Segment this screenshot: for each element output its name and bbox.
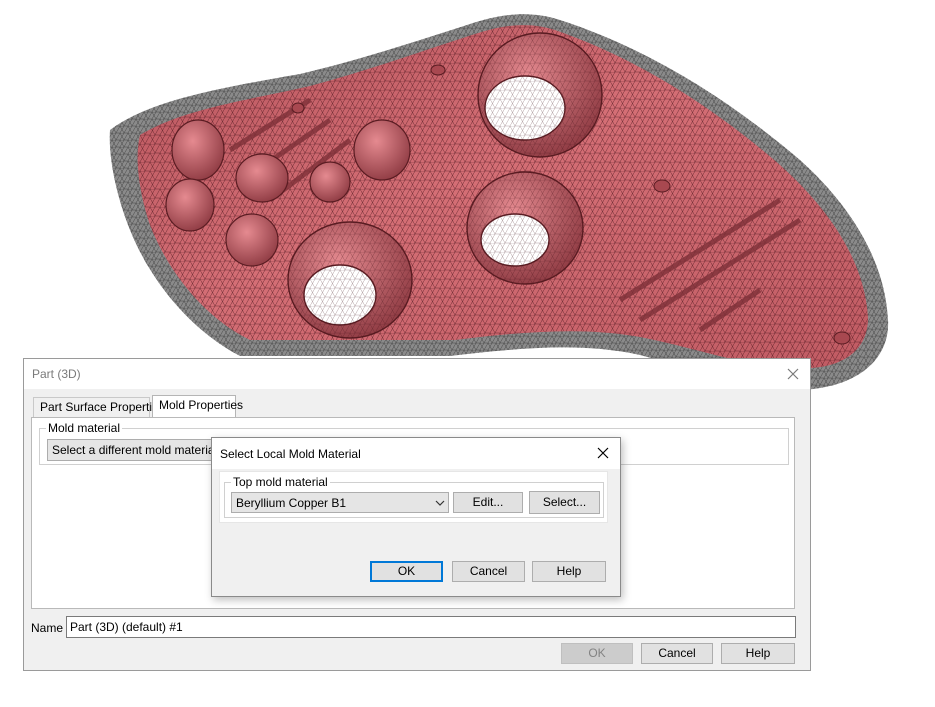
tab-mold-properties[interactable]: Mold Properties — [152, 395, 243, 418]
top-mold-material-select[interactable]: Beryllium Copper B1 — [231, 492, 449, 513]
ok-button[interactable]: OK — [561, 643, 633, 664]
part-mesh — [109, 14, 889, 391]
local-help-button[interactable]: Help — [532, 561, 606, 582]
local-cancel-button[interactable]: Cancel — [452, 561, 525, 582]
name-label: Name — [31, 621, 64, 635]
mold-material-select-value: Select a different mold material — [52, 443, 218, 457]
chevron-down-icon — [435, 500, 445, 506]
cancel-button[interactable]: Cancel — [641, 643, 713, 664]
mold-material-group-label: Mold material — [46, 421, 123, 435]
top-mold-material-label: Top mold material — [231, 475, 330, 489]
close-icon[interactable] — [592, 442, 614, 464]
top-mold-material-group: Top mold material Beryllium Copper B1 Ed… — [224, 475, 604, 518]
local-dialog-title: Select Local Mold Material — [220, 447, 361, 461]
close-icon[interactable] — [782, 363, 804, 385]
top-mold-material-value: Beryllium Copper B1 — [236, 496, 347, 510]
local-dialog-panel: Top mold material Beryllium Copper B1 Ed… — [219, 471, 608, 523]
tab-part-surface-properties[interactable]: Part Surface Properties — [33, 397, 165, 418]
help-button[interactable]: Help — [721, 643, 795, 664]
tab-label: Part Surface Properties — [40, 400, 165, 414]
tab-label: Mold Properties — [159, 398, 244, 412]
local-ok-button[interactable]: OK — [370, 561, 443, 582]
edit-material-button[interactable]: Edit... — [453, 492, 523, 513]
mold-material-select[interactable]: Select a different mold material — [47, 439, 217, 461]
part-dialog-title: Part (3D) — [32, 367, 81, 381]
local-dialog-titlebar: Select Local Mold Material — [212, 438, 620, 469]
select-local-mold-material-dialog: Select Local Mold Material Top mold mate… — [211, 437, 621, 597]
name-field[interactable] — [66, 616, 796, 638]
part-dialog-titlebar: Part (3D) — [24, 359, 810, 389]
select-material-button[interactable]: Select... — [529, 491, 600, 514]
